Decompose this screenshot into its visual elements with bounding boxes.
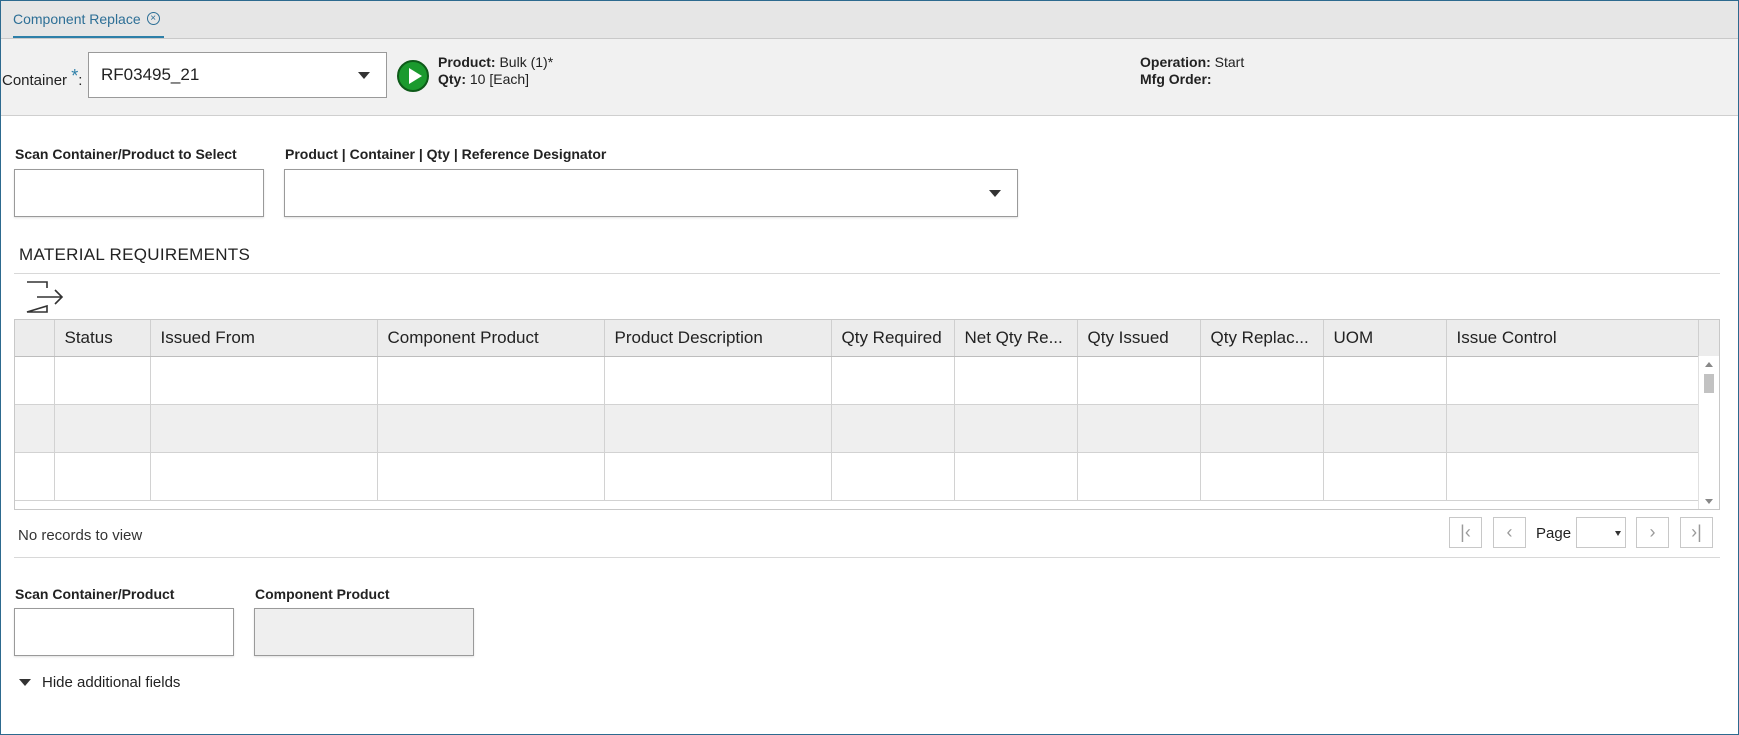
section-divider [14, 273, 1720, 274]
hide-additional-fields-toggle[interactable]: Hide additional fields [19, 674, 180, 691]
table-row [15, 452, 1699, 501]
operation-label: Operation: [1140, 54, 1211, 70]
container-value: RF03495_21 [101, 65, 200, 84]
product-info: Product: Bulk (1)* Qty: 10 [Each] [438, 54, 553, 88]
qty-label: Qty: [438, 71, 466, 87]
required-mark: * [71, 66, 79, 86]
scan-product-label: Scan Container/Product [15, 586, 175, 602]
page-label: Page [1536, 525, 1572, 542]
pager-divider [14, 557, 1720, 558]
hide-fields-label: Hide additional fields [42, 674, 181, 691]
col-qty-replaced[interactable]: Qty Replac... [1200, 320, 1324, 357]
tab-label: Component Replace [13, 10, 141, 27]
col-issue-control[interactable]: Issue Control [1446, 320, 1699, 357]
material-table: Status Issued From Component Product Pro… [15, 320, 1699, 501]
caret-down-icon[interactable] [358, 72, 370, 79]
container-label-text: Container [2, 72, 68, 89]
scroll-thumb[interactable] [1704, 374, 1714, 393]
container-colon: : [78, 72, 83, 89]
operation-value: Start [1214, 54, 1245, 70]
no-records-text: No records to view [18, 527, 143, 544]
col-select[interactable] [15, 320, 55, 357]
play-triangle [409, 68, 422, 84]
caret-down-icon[interactable] [989, 190, 1001, 197]
play-circle-icon[interactable] [397, 60, 429, 92]
scan-product-input[interactable] [14, 608, 234, 656]
prev-page-icon[interactable]: ‹ [1493, 517, 1526, 548]
section-title: MATERIAL REQUIREMENTS [19, 245, 251, 264]
col-uom[interactable]: UOM [1323, 320, 1447, 357]
col-issued-from[interactable]: Issued From [150, 320, 378, 357]
first-page-icon[interactable]: |‹ [1449, 517, 1482, 548]
circle-x-icon[interactable]: × [146, 12, 160, 25]
mfg-order-label: Mfg Order: [1140, 71, 1212, 87]
header-row: Status Issued From Component Product Pro… [15, 320, 1699, 357]
col-qty-issued[interactable]: Qty Issued [1077, 320, 1201, 357]
table-row [15, 356, 1699, 405]
tab-component-replace[interactable]: Component Replace × [13, 1, 164, 38]
caret-down-icon[interactable] [1615, 531, 1621, 536]
scan-select-label: Scan Container/Product to Select [15, 146, 237, 162]
product-combo-label: Product | Container | Qty | Reference De… [285, 146, 607, 162]
col-net-qty-required[interactable]: Net Qty Re... [954, 320, 1078, 357]
qty-value: 10 [Each] [469, 71, 530, 87]
material-grid: Status Issued From Component Product Pro… [14, 319, 1720, 510]
operation-info: Operation: Start Mfg Order: [1140, 54, 1244, 88]
product-combo-select[interactable] [284, 169, 1018, 217]
page-select[interactable] [1576, 517, 1626, 548]
table-row [15, 404, 1699, 453]
export-icon[interactable] [25, 280, 65, 314]
product-label: Product: [438, 54, 496, 70]
container-select[interactable]: RF03495_21 [88, 52, 387, 98]
scroll-up-icon[interactable] [1705, 362, 1713, 367]
col-qty-required[interactable]: Qty Required [831, 320, 955, 357]
grid-scrollbar[interactable] [1698, 356, 1719, 509]
component-product-label: Component Product [255, 586, 390, 602]
container-label: Container *: [2, 66, 83, 90]
last-page-icon[interactable]: ›| [1680, 517, 1713, 548]
scan-select-input[interactable] [14, 169, 264, 217]
container-header: Container *: RF03495_21 Product: Bulk (1… [1, 39, 1738, 116]
tab-strip: Component Replace × [1, 1, 1738, 39]
scroll-down-icon[interactable] [1705, 499, 1713, 504]
col-product-description[interactable]: Product Description [604, 320, 832, 357]
col-status[interactable]: Status [54, 320, 151, 357]
scroll-header-filler [1698, 320, 1719, 356]
caret-down-icon [19, 679, 31, 686]
col-component-product[interactable]: Component Product [377, 320, 605, 357]
product-value: Bulk (1)* [499, 54, 554, 70]
next-page-icon[interactable]: › [1636, 517, 1669, 548]
component-product-field [254, 608, 474, 656]
